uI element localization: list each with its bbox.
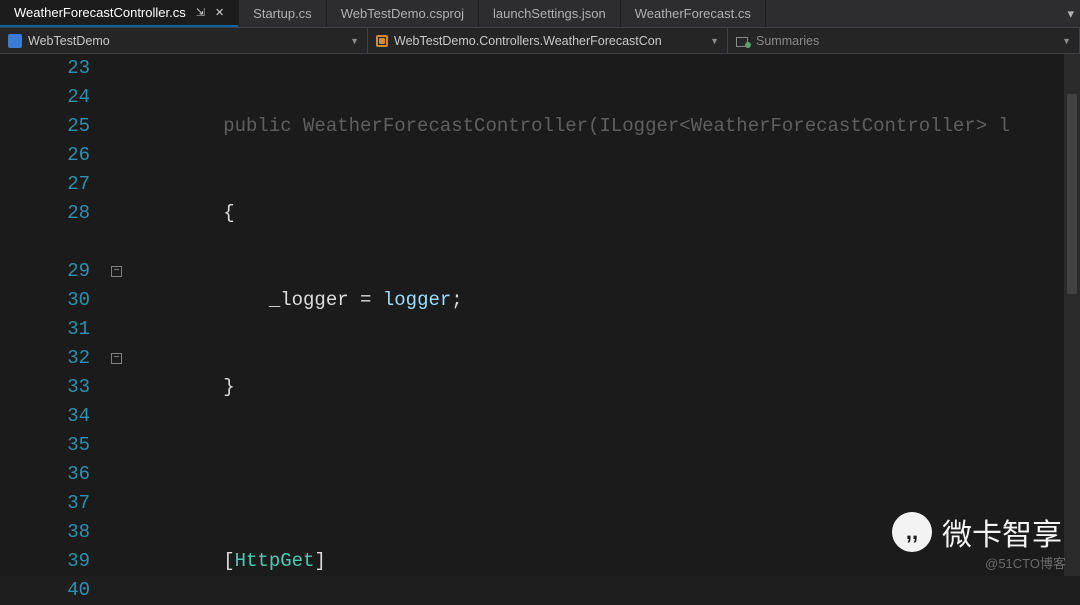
code-line: { [132, 199, 1080, 228]
tab-csproj[interactable]: WebTestDemo.csproj [327, 0, 479, 27]
fold-toggle[interactable]: − [111, 266, 122, 277]
tab-label: Startup.cs [253, 6, 312, 21]
code-line: _logger = logger; [132, 286, 1080, 315]
line-number: 25 [0, 112, 90, 141]
navigation-bar: WebTestDemo ▼ WebTestDemo.Controllers.We… [0, 28, 1080, 54]
line-number: 24 [0, 83, 90, 112]
line-number: 32 [0, 344, 90, 373]
watermark-text: 微卡智享 [942, 510, 1062, 554]
line-number-gutter: 23 24 25 26 27 28 29 30 31 32 33 34 35 3… [0, 54, 108, 576]
credit-text: @51CTO博客 [985, 553, 1066, 572]
line-number: 28 [0, 199, 90, 228]
line-number: 30 [0, 286, 90, 315]
nav-project-label: WebTestDemo [28, 34, 110, 48]
tab-weatherforecast[interactable]: WeatherForecast.cs [621, 0, 766, 27]
tab-launchsettings[interactable]: launchSettings.json [479, 0, 621, 27]
line-number: 40 [0, 576, 90, 605]
line-number: 36 [0, 460, 90, 489]
code-line [132, 460, 1080, 489]
watermark: ,, 微卡智享 [892, 510, 1062, 554]
vertical-scrollbar[interactable] [1064, 54, 1080, 576]
code-editor[interactable]: 23 24 25 26 27 28 29 30 31 32 33 34 35 3… [0, 54, 1080, 576]
document-tabs: WeatherForecastController.cs ⇲ ✕ Startup… [0, 0, 1080, 28]
class-icon [376, 35, 388, 47]
line-number: 35 [0, 431, 90, 460]
tab-weatherforecastcontroller[interactable]: WeatherForecastController.cs ⇲ ✕ [0, 0, 239, 27]
line-number: 33 [0, 373, 90, 402]
line-number: 29 [0, 257, 90, 286]
line-number: 31 [0, 315, 90, 344]
line-number: 26 [0, 141, 90, 170]
nav-member-dropdown[interactable]: Summaries ▼ [728, 28, 1080, 53]
code-line: public WeatherForecastController(ILogger… [132, 112, 1080, 141]
fold-column: − − [108, 54, 130, 576]
code-line: } [132, 373, 1080, 402]
tab-startup[interactable]: Startup.cs [239, 0, 327, 27]
tab-label: WeatherForecast.cs [635, 6, 751, 21]
line-number: 38 [0, 518, 90, 547]
nav-project-dropdown[interactable]: WebTestDemo ▼ [0, 28, 368, 53]
wechat-icon: ,, [892, 512, 932, 552]
line-number: 37 [0, 489, 90, 518]
csharp-project-icon [8, 34, 22, 48]
tab-overflow-button[interactable]: ▾ [1061, 0, 1080, 27]
line-number: 23 [0, 54, 90, 83]
tab-label: WeatherForecastController.cs [14, 5, 186, 20]
pin-icon[interactable]: ⇲ [196, 6, 205, 19]
field-icon [736, 35, 750, 47]
chevron-down-icon: ▼ [350, 36, 359, 46]
close-icon[interactable]: ✕ [215, 6, 224, 19]
nav-member-label: Summaries [756, 34, 819, 48]
fold-toggle[interactable]: − [111, 353, 122, 364]
code-area[interactable]: public WeatherForecastController(ILogger… [130, 54, 1080, 576]
tab-label: WebTestDemo.csproj [341, 6, 464, 21]
nav-class-label: WebTestDemo.Controllers.WeatherForecastC… [394, 34, 662, 48]
chevron-down-icon: ▼ [710, 36, 719, 46]
line-number: 27 [0, 170, 90, 199]
scrollbar-thumb[interactable] [1067, 94, 1077, 294]
tab-label: launchSettings.json [493, 6, 606, 21]
line-number [0, 228, 90, 257]
nav-class-dropdown[interactable]: WebTestDemo.Controllers.WeatherForecastC… [368, 28, 728, 53]
line-number: 34 [0, 402, 90, 431]
line-number: 39 [0, 547, 90, 576]
chevron-down-icon: ▼ [1062, 36, 1071, 46]
